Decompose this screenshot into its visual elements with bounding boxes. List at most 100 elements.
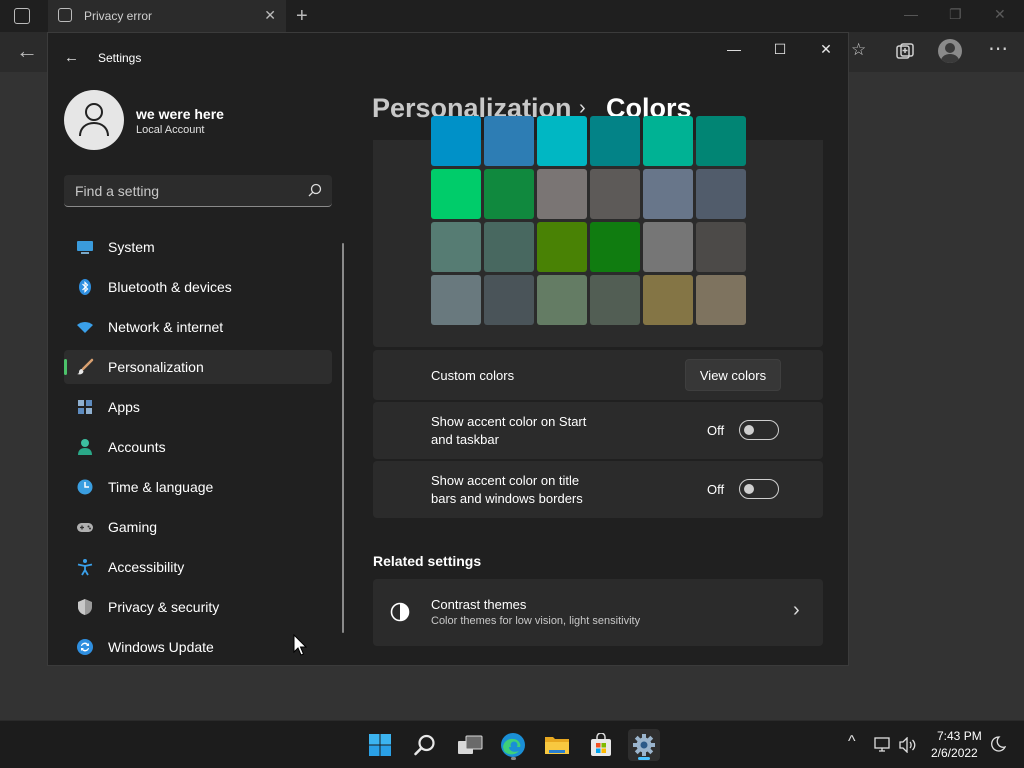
accent-color-swatch[interactable] [537,169,587,219]
more-icon[interactable]: ⋯ [988,36,1008,61]
favorites-icon[interactable]: ☆ [851,40,866,60]
start-button[interactable] [364,729,396,761]
settings-back-button[interactable]: ← [64,49,79,66]
sidebar-item-system[interactable]: System [64,230,332,264]
accent-color-swatch[interactable] [643,169,693,219]
sidebar-item-bluetooth[interactable]: Bluetooth & devices [64,270,332,304]
accent-title-state: Off [707,482,725,497]
volume-icon[interactable] [899,737,917,753]
user-name: we were here [136,106,224,122]
view-colors-button[interactable]: View colors [685,359,781,391]
new-tab-button[interactable]: + [296,5,308,28]
accent-color-swatch[interactable] [484,116,534,166]
accent-color-swatch[interactable] [590,169,640,219]
edge-button[interactable] [497,729,529,761]
accent-title-toggle[interactable] [739,479,779,499]
tray-chevron-up-icon[interactable]: ^ [848,733,856,751]
sidebar-item-privacy[interactable]: Privacy & security [64,590,332,624]
close-button[interactable]: ✕ [814,41,838,58]
accent-start-label-line2: and taskbar [431,432,499,447]
focus-assist-icon[interactable] [990,736,1006,752]
mouse-cursor-icon [293,634,307,656]
accent-start-label-line1: Show accent color on Start [431,414,587,429]
store-button[interactable] [585,729,617,761]
sidebar-item-apps[interactable]: Apps [64,390,332,424]
related-settings-heading: Related settings [373,553,482,569]
gaming-icon [77,523,93,532]
custom-colors-label: Custom colors [431,368,515,383]
sidebar-item-time-language[interactable]: Time & language [64,470,332,504]
sidebar-item-network[interactable]: Network & internet [64,310,332,344]
sidebar-item-accounts[interactable]: Accounts [64,430,332,464]
sidebar-item-label: Accounts [108,439,166,455]
search-input[interactable] [64,175,304,206]
browser-restore-icon[interactable]: ❐ [949,6,962,23]
task-view-button[interactable] [454,729,486,761]
sidebar-item-label: Gaming [108,519,158,535]
accent-color-swatch[interactable] [431,222,481,272]
accent-color-swatch[interactable] [590,116,640,166]
accent-color-swatch[interactable] [484,169,534,219]
apps-icon [78,400,92,414]
edge-icon [501,733,525,757]
clock-time[interactable]: 7:43 PM [937,729,982,743]
sidebar-item-gaming[interactable]: Gaming [64,510,332,544]
accent-color-swatch[interactable] [590,275,640,325]
accent-color-swatch[interactable] [590,222,640,272]
avatar[interactable] [64,90,124,150]
browser-close-icon[interactable]: ✕ [994,6,1006,23]
file-explorer-button[interactable] [541,729,573,761]
sidebar-item-label: System [108,239,155,255]
sidebar-item-accessibility[interactable]: Accessibility [64,550,332,584]
clock-date[interactable]: 2/6/2022 [931,746,978,760]
accent-color-swatch[interactable] [643,275,693,325]
accent-color-swatch[interactable] [431,275,481,325]
accent-color-swatch[interactable] [537,275,587,325]
sidebar-item-label: Privacy & security [108,599,220,615]
accent-color-swatch[interactable] [696,222,746,272]
accent-color-swatch[interactable] [431,116,481,166]
accent-color-swatch[interactable] [484,222,534,272]
accent-color-swatch[interactable] [537,222,587,272]
windows-logo-icon [369,734,391,756]
browser-tab-bar: Privacy error ✕ + — ❐ ✕ [0,0,1024,32]
minimize-button[interactable]: — [722,41,746,57]
contrast-icon [390,602,410,622]
sidebar-item-windows-update[interactable]: Windows Update [64,630,332,664]
sidebar-scrollbar[interactable] [342,243,344,633]
sidebar-item-label: Personalization [108,359,204,375]
selection-indicator [64,359,67,375]
accent-color-swatch[interactable] [696,275,746,325]
accent-color-swatch[interactable] [643,222,693,272]
maximize-button[interactable]: ☐ [768,41,792,58]
accent-title-label-line2: bars and windows borders [431,491,583,506]
sidebar-item-personalization[interactable]: Personalization [64,350,332,384]
search-button[interactable] [409,729,441,761]
browser-minimize-icon[interactable]: — [904,6,918,22]
network-tray-icon[interactable] [874,737,892,753]
accent-start-toggle[interactable] [739,420,779,440]
tab-close-icon[interactable]: ✕ [264,8,276,22]
gear-icon [633,734,655,756]
tab-actions-icon[interactable] [14,8,30,24]
collections-icon[interactable] [896,43,914,61]
search-box[interactable] [64,175,332,207]
accent-title-row: Show accent color on title bars and wind… [373,461,823,518]
profile-icon[interactable] [938,39,962,63]
accent-color-swatch[interactable] [431,169,481,219]
contrast-themes-subtitle: Color themes for low vision, light sensi… [431,615,641,627]
contrast-themes-row[interactable]: Contrast themes Color themes for low vis… [373,579,823,646]
browser-back-button[interactable]: ← [16,38,38,64]
search-icon[interactable] [308,183,322,197]
accent-color-swatch[interactable] [696,169,746,219]
accent-color-swatch[interactable] [537,116,587,166]
accent-color-swatch[interactable] [484,275,534,325]
settings-button[interactable] [628,729,660,761]
accent-color-swatch[interactable] [696,116,746,166]
update-icon [77,639,93,655]
browser-tab[interactable]: Privacy error ✕ [48,0,286,32]
bluetooth-icon [79,279,91,295]
accent-color-palette [373,116,823,347]
accounts-icon [78,439,92,455]
accent-color-swatch[interactable] [643,116,693,166]
